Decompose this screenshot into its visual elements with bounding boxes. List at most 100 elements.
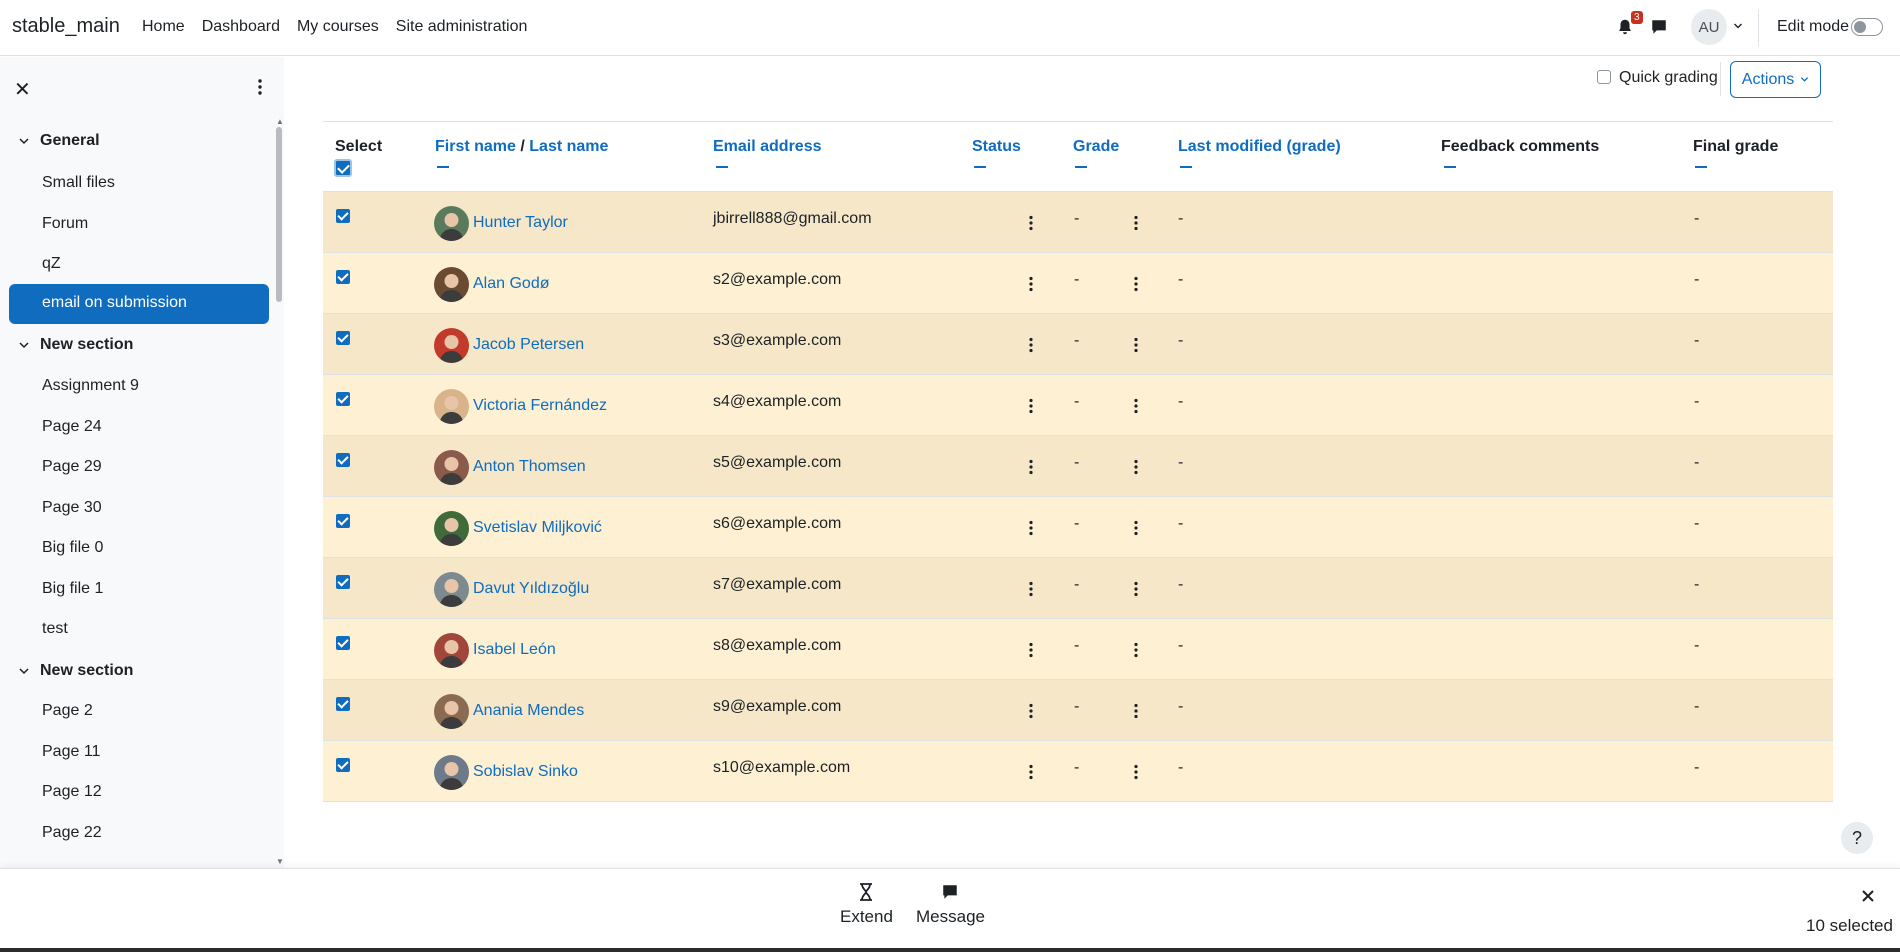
status-menu-icon[interactable] [1029, 520, 1033, 536]
status-menu-icon[interactable] [1029, 703, 1033, 719]
row-select-checkbox[interactable] [336, 270, 350, 284]
sort-first-name-link[interactable]: First name [435, 138, 516, 155]
sidebar-item-page-30[interactable]: Page 30 [42, 499, 102, 517]
user-fullname-link[interactable]: Jacob Petersen [473, 336, 584, 354]
chevron-down-icon[interactable] [18, 135, 30, 147]
row-select-checkbox[interactable] [336, 453, 350, 467]
nav-link-site-administration[interactable]: Site administration [396, 18, 528, 36]
user-avatar[interactable]: AU [1691, 9, 1727, 45]
help-button[interactable]: ? [1841, 822, 1873, 854]
edit-mode-toggle[interactable] [1851, 18, 1883, 36]
row-select-checkbox[interactable] [336, 331, 350, 345]
close-icon[interactable] [1861, 889, 1875, 903]
sidebar-item-forum[interactable]: Forum [42, 215, 88, 233]
hide-column-icon[interactable] [1444, 166, 1456, 168]
sidebar-item-page-29[interactable]: Page 29 [42, 458, 102, 476]
row-select-checkbox[interactable] [336, 514, 350, 528]
nav-link-home[interactable]: Home [142, 18, 185, 36]
more-options-icon[interactable] [253, 77, 267, 97]
grade-menu-icon[interactable] [1134, 276, 1138, 292]
messages-icon[interactable] [1650, 18, 1668, 36]
status-menu-icon[interactable] [1029, 337, 1033, 353]
user-fullname-link[interactable]: Anania Mendes [473, 702, 584, 720]
hide-column-icon[interactable] [1180, 166, 1192, 168]
sidebar-item-big-file-1[interactable]: Big file 1 [42, 580, 103, 598]
row-select-checkbox[interactable] [336, 697, 350, 711]
quick-grading-checkbox[interactable] [1597, 70, 1611, 84]
sort-last-name-link[interactable]: Last name [529, 138, 608, 155]
grade-menu-icon[interactable] [1134, 337, 1138, 353]
nav-link-dashboard[interactable]: Dashboard [202, 18, 280, 36]
grade-menu-icon[interactable] [1134, 215, 1138, 231]
sidebar-item-small-files[interactable]: Small files [42, 174, 115, 192]
grade-menu-icon[interactable] [1134, 398, 1138, 414]
message-button[interactable]: Message [916, 883, 985, 927]
extend-button[interactable]: Extend [840, 883, 893, 927]
close-drawer-icon[interactable]: ✕ [14, 77, 31, 102]
section-new-section-1[interactable]: New section [18, 336, 133, 354]
sidebar-item-page-22[interactable]: Page 22 [42, 824, 102, 842]
user-fullname-link[interactable]: Victoria Fernández [473, 397, 607, 415]
scroll-up-arrow-icon[interactable]: ▲ [276, 117, 284, 126]
hide-column-icon[interactable] [974, 166, 986, 168]
status-menu-icon[interactable] [1029, 215, 1033, 231]
select-all-checkbox[interactable] [334, 159, 352, 177]
sort-last-modified-link[interactable]: Last modified (grade) [1178, 138, 1341, 156]
status-menu-icon[interactable] [1029, 642, 1033, 658]
grade-menu-icon[interactable] [1134, 642, 1138, 658]
hide-column-icon[interactable] [1695, 166, 1707, 168]
grade-menu-icon[interactable] [1134, 459, 1138, 475]
actions-dropdown-button[interactable]: Actions [1730, 61, 1821, 98]
user-avatar[interactable] [434, 694, 469, 729]
row-select-checkbox[interactable] [336, 758, 350, 772]
user-fullname-link[interactable]: Anton Thomsen [473, 458, 586, 476]
grade-menu-icon[interactable] [1134, 581, 1138, 597]
section-general[interactable]: General [18, 132, 100, 150]
sidebar-item-page-12[interactable]: Page 12 [42, 783, 102, 801]
sidebar-item-assignment-9[interactable]: Assignment 9 [42, 377, 139, 395]
user-fullname-link[interactable]: Sobislav Sinko [473, 763, 578, 781]
user-avatar[interactable] [434, 511, 469, 546]
chevron-down-icon[interactable] [1733, 21, 1743, 31]
status-menu-icon[interactable] [1029, 764, 1033, 780]
hide-column-icon[interactable] [1075, 166, 1087, 168]
sidebar-scrollbar[interactable] [276, 127, 282, 302]
sidebar-item-page-24[interactable]: Page 24 [42, 418, 102, 436]
grade-menu-icon[interactable] [1134, 764, 1138, 780]
chevron-down-icon[interactable] [18, 665, 30, 677]
user-fullname-link[interactable]: Hunter Taylor [473, 214, 568, 232]
sidebar-item-big-file-0[interactable]: Big file 0 [42, 539, 103, 557]
user-avatar[interactable] [434, 267, 469, 302]
user-fullname-link[interactable]: Isabel León [473, 641, 556, 659]
row-select-checkbox[interactable] [336, 636, 350, 650]
row-select-checkbox[interactable] [336, 209, 350, 223]
status-menu-icon[interactable] [1029, 398, 1033, 414]
sort-grade-link[interactable]: Grade [1073, 138, 1119, 156]
user-avatar[interactable] [434, 633, 469, 668]
row-select-checkbox[interactable] [336, 392, 350, 406]
user-avatar[interactable] [434, 328, 469, 363]
sort-status-link[interactable]: Status [972, 138, 1021, 156]
user-avatar[interactable] [434, 206, 469, 241]
section-new-section-2[interactable]: New section [18, 662, 133, 680]
user-avatar[interactable] [434, 450, 469, 485]
user-avatar[interactable] [434, 572, 469, 607]
status-menu-icon[interactable] [1029, 459, 1033, 475]
status-menu-icon[interactable] [1029, 581, 1033, 597]
hide-column-icon[interactable] [437, 166, 449, 168]
site-brand[interactable]: stable_main [12, 15, 120, 38]
user-avatar[interactable] [434, 389, 469, 424]
user-fullname-link[interactable]: Davut Yıldızoğlu [473, 580, 589, 598]
user-fullname-link[interactable]: Svetislav Miljković [473, 519, 602, 537]
sidebar-item-qz[interactable]: qZ [42, 255, 61, 273]
sort-email-link[interactable]: Email address [713, 138, 822, 156]
scroll-down-arrow-icon[interactable]: ▼ [276, 857, 284, 866]
status-menu-icon[interactable] [1029, 276, 1033, 292]
grade-menu-icon[interactable] [1134, 703, 1138, 719]
sidebar-item-page-2[interactable]: Page 2 [42, 702, 93, 720]
hide-column-icon[interactable] [716, 166, 728, 168]
row-select-checkbox[interactable] [336, 575, 350, 589]
nav-link-my-courses[interactable]: My courses [297, 18, 379, 36]
quick-grading-label[interactable]: Quick grading [1619, 69, 1718, 87]
user-fullname-link[interactable]: Alan Godø [473, 275, 549, 293]
